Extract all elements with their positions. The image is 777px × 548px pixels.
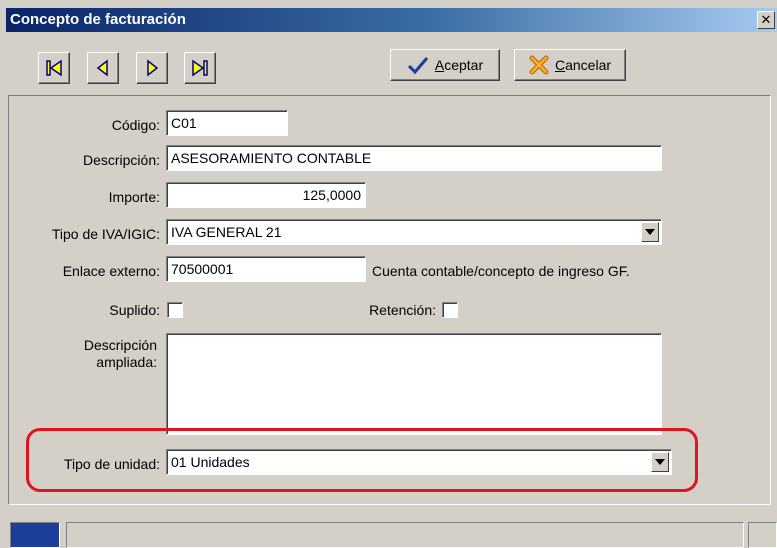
status-segment-right	[748, 522, 777, 548]
highlight-annotation	[26, 428, 698, 492]
accept-button[interactable]: Aceptar	[390, 49, 500, 81]
cancel-x-icon	[529, 55, 549, 75]
chevron-down-icon	[645, 229, 655, 235]
title-bar: Concepto de facturación ✕	[6, 8, 777, 32]
previous-record-button[interactable]	[87, 52, 119, 84]
importe-label: Importe:	[108, 189, 160, 205]
tipo-iva-label: Tipo de IVA/IGIC:	[51, 226, 160, 242]
enlace-label: Enlace externo:	[62, 263, 160, 279]
status-indicator	[10, 522, 60, 548]
dialog-window: Concepto de facturación ✕ Aceptar Cancel…	[0, 0, 777, 548]
descripcion-ampliada-label: Descripción ampliada:	[84, 337, 157, 371]
checkmark-icon	[407, 57, 428, 75]
retencion-checkbox[interactable]	[442, 302, 458, 318]
next-record-icon	[147, 59, 159, 77]
status-bar	[8, 520, 777, 548]
suplido-label: Suplido:	[109, 302, 160, 318]
descripcion-ampliada-label-line1: Descripción	[83, 337, 157, 353]
first-record-button[interactable]	[38, 52, 70, 84]
previous-record-icon	[96, 59, 108, 77]
tipo-iva-dropdown-button[interactable]	[641, 222, 659, 242]
close-icon: ✕	[760, 12, 772, 27]
first-record-icon	[46, 59, 62, 77]
enlace-input[interactable]: 70500001	[166, 256, 366, 282]
accept-button-label: Aceptar	[434, 57, 484, 73]
descripcion-ampliada-label-line2: ampliada:	[96, 354, 157, 370]
last-record-icon	[192, 59, 208, 77]
retencion-label: Retención:	[369, 302, 436, 318]
codigo-label: Código:	[111, 117, 160, 133]
status-segment-main	[66, 522, 744, 548]
codigo-input[interactable]: C01	[166, 110, 288, 136]
next-record-button[interactable]	[136, 52, 168, 84]
suplido-checkbox[interactable]	[167, 302, 183, 318]
descripcion-ampliada-textarea[interactable]	[166, 333, 662, 435]
cancel-button-label: Cancelar	[554, 57, 612, 73]
cancel-button[interactable]: Cancelar	[514, 49, 626, 81]
tipo-iva-value: IVA GENERAL 21	[171, 224, 282, 240]
importe-input[interactable]: 125,0000	[166, 182, 366, 208]
window-title: Concepto de facturación	[10, 11, 186, 28]
descripcion-input[interactable]: ASESORAMIENTO CONTABLE	[166, 145, 662, 171]
close-button[interactable]: ✕	[757, 11, 775, 29]
tipo-iva-select[interactable]: IVA GENERAL 21	[166, 219, 662, 245]
last-record-button[interactable]	[184, 52, 216, 84]
enlace-hint: Cuenta contable/concepto de ingreso GF.	[372, 263, 630, 279]
descripcion-label: Descripción:	[82, 152, 160, 168]
toolbar: Aceptar Cancelar	[6, 32, 777, 90]
